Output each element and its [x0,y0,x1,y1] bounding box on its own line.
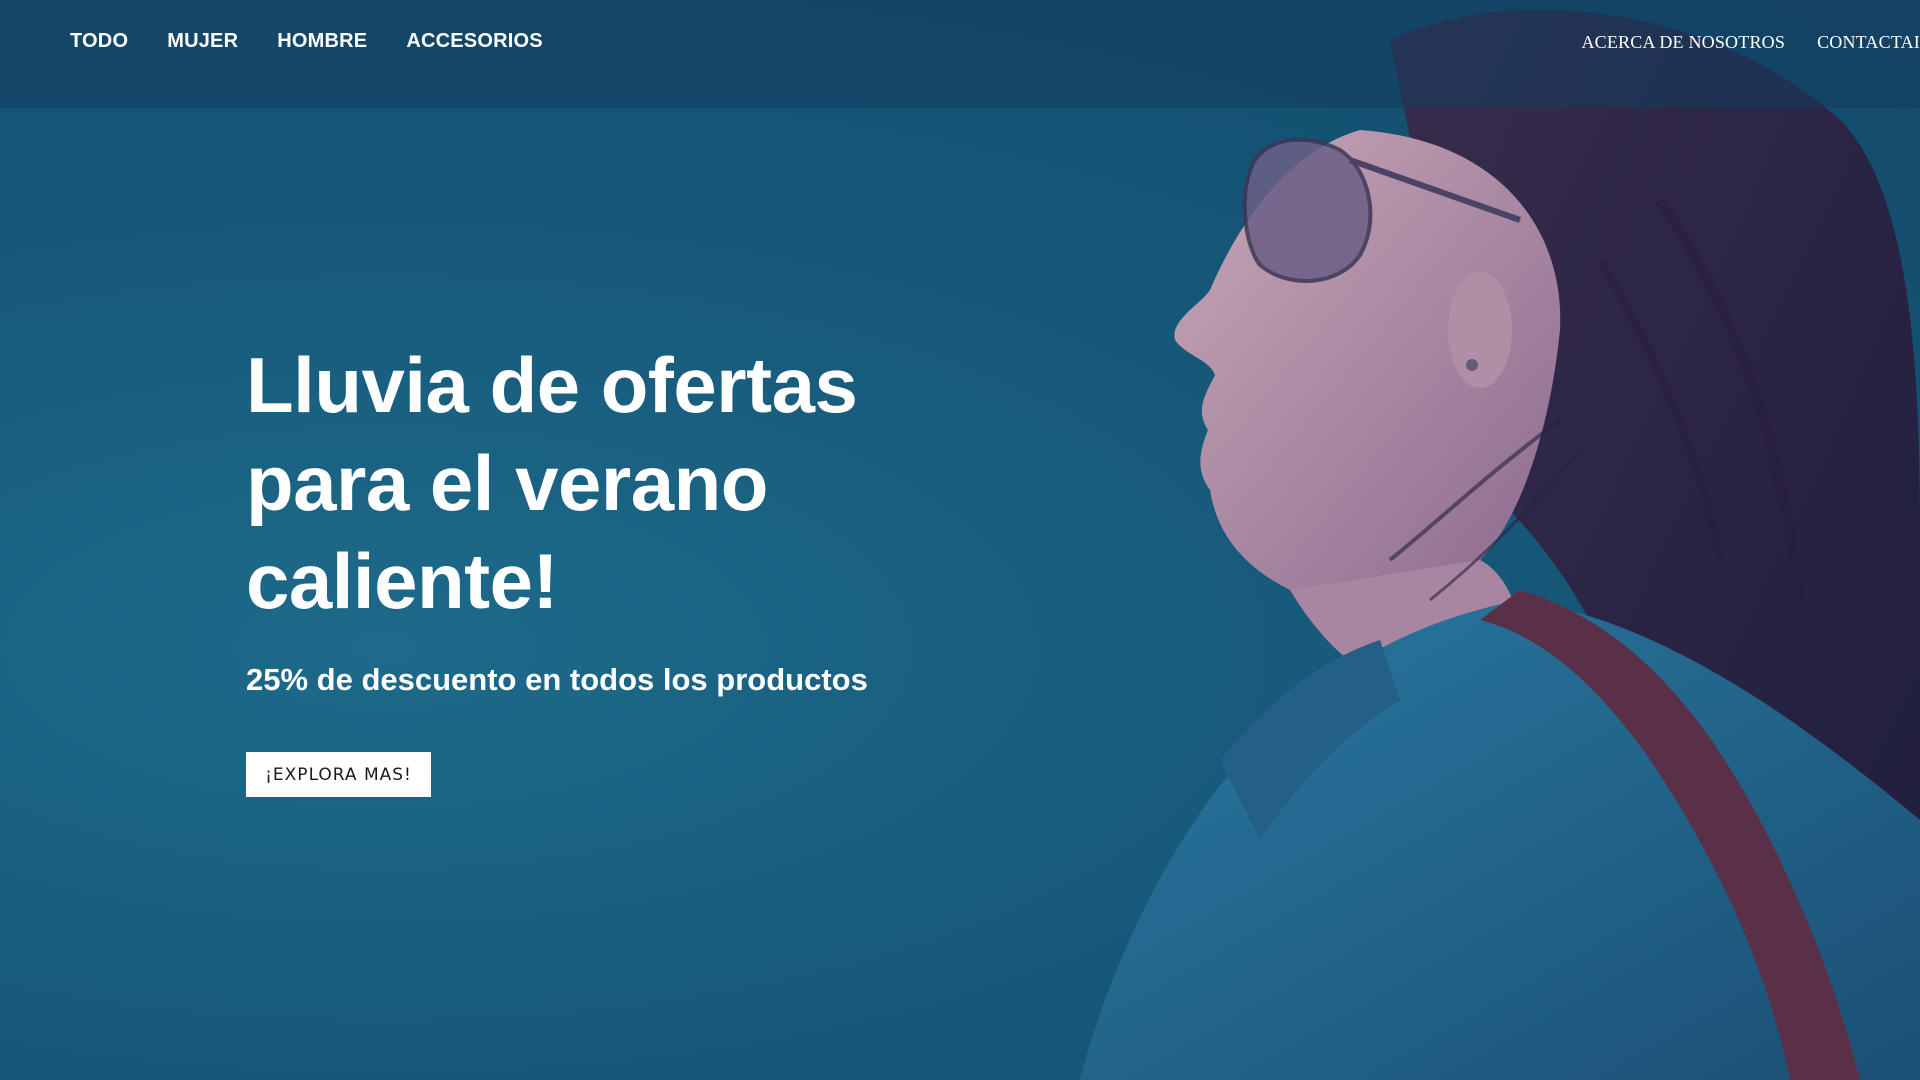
nav-categories: TODO MUJER HOMBRE ACCESORIOS [70,30,543,53]
hero-subheadline: 25% de descuento en todos los productos [246,662,868,697]
nav-link-mujer[interactable]: MUJER [167,30,238,53]
hero-banner: TODO MUJER HOMBRE ACCESORIOS ACERCA DE N… [0,0,1920,1080]
nav-link-todo[interactable]: TODO [70,30,128,53]
top-navigation: TODO MUJER HOMBRE ACCESORIOS ACERCA DE N… [0,0,1920,108]
nav-link-contact[interactable]: CONTACTAI [1817,32,1920,53]
nav-link-accesorios[interactable]: ACCESORIOS [406,30,542,53]
hero-content: Lluvia de ofertas para el verano calient… [246,336,946,797]
nav-link-about-us[interactable]: ACERCA DE NOSOTROS [1581,32,1785,53]
explore-more-button[interactable]: ¡EXPLORA MAS! [246,752,431,797]
hero-headline: Lluvia de ofertas para el verano calient… [246,341,858,625]
nav-link-hombre[interactable]: HOMBRE [277,30,367,53]
woman-in-sunglasses-profile-photo [1080,9,1920,1080]
nav-info-links: ACERCA DE NOSOTROS CONTACTAI [1581,32,1920,53]
